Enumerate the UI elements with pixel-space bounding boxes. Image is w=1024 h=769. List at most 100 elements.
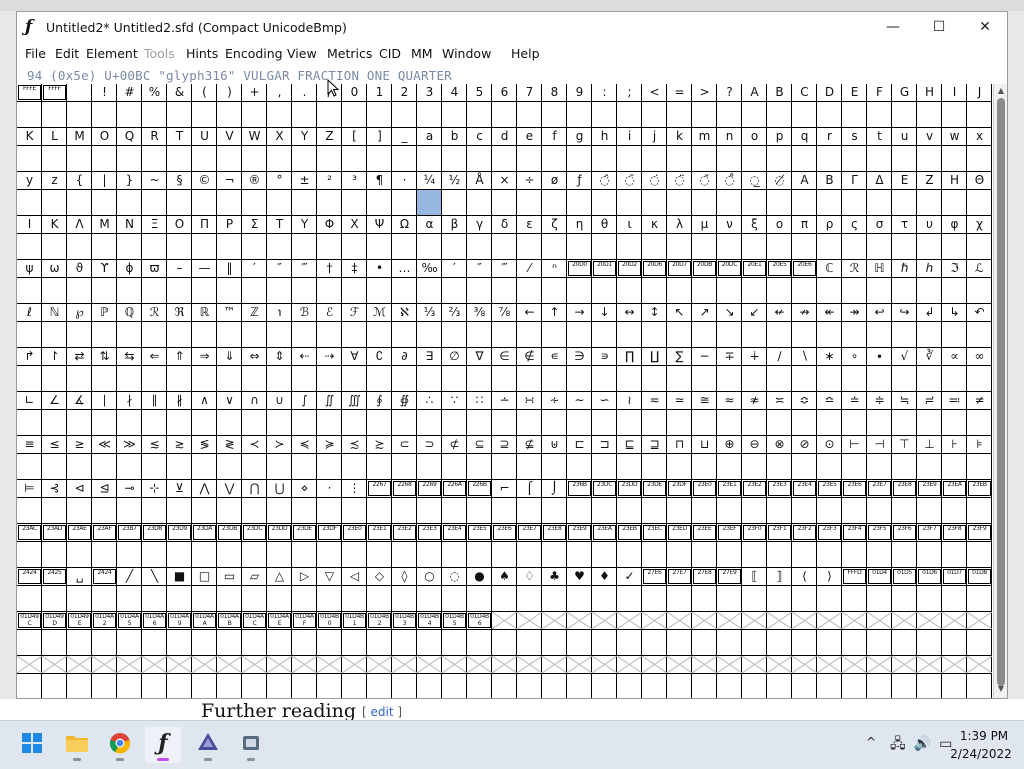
folder-icon xyxy=(59,727,95,759)
glyph-cell-divider xyxy=(942,365,967,366)
glyph-cell-divider xyxy=(767,189,792,190)
mouse-cursor-icon xyxy=(327,79,339,97)
glyph-label: 23DC xyxy=(593,481,616,496)
scroll-down-arrow-icon[interactable]: ▼ xyxy=(994,682,1007,696)
glyph-cell-divider xyxy=(392,321,417,322)
menu-cid[interactable]: CID xyxy=(379,46,401,61)
vertical-scrollbar[interactable]: ▲ ▼ xyxy=(993,84,1007,698)
glyph-cell-divider xyxy=(142,497,167,498)
glyph-cell-divider xyxy=(67,365,92,366)
edit-link[interactable]: edit xyxy=(371,705,394,719)
glyph-label: ) xyxy=(227,85,232,99)
glyph-cell-divider xyxy=(592,585,617,586)
minimize-button[interactable]: — xyxy=(870,12,916,43)
network-icon[interactable]: 🖧 xyxy=(890,736,914,752)
menu-help[interactable]: Help xyxy=(511,46,540,61)
glyph-cell-divider xyxy=(367,541,392,542)
start-button[interactable] xyxy=(14,727,50,763)
glyph-label: ↞ xyxy=(824,305,835,319)
menu-mm[interactable]: MM xyxy=(411,46,433,61)
glyph-cell-divider xyxy=(367,321,392,322)
menu-view[interactable]: View xyxy=(287,46,317,61)
maximize-button[interactable]: ☐ xyxy=(916,12,962,43)
glyph-cell-divider xyxy=(542,365,567,366)
glyph-cell-divider xyxy=(217,673,242,674)
glyph-cell-divider xyxy=(42,233,67,234)
close-button[interactable]: ✕ xyxy=(962,12,1007,43)
glyph-label: ℩ xyxy=(277,305,282,319)
glyph-cell-divider xyxy=(867,101,892,102)
glyph-cell-divider xyxy=(117,673,142,674)
glyph-label: ℵ xyxy=(400,305,409,319)
background-edit-link[interactable]: [ edit ] xyxy=(362,705,402,719)
clock-time[interactable]: 1:39 PM xyxy=(954,729,1014,743)
menu-element[interactable]: Element xyxy=(86,46,138,61)
glyph-label: O xyxy=(99,129,110,143)
clock-date[interactable]: 2/24/2022 xyxy=(946,747,1016,761)
speaker-icon[interactable]: 🔊 xyxy=(914,736,939,752)
glyph-label: ⊢ xyxy=(849,437,860,451)
glyph-label: ≷ xyxy=(224,437,235,451)
glyph-cell-divider xyxy=(417,321,442,322)
glyph-cell-divider xyxy=(842,365,867,366)
glyph-label: λ xyxy=(675,217,684,231)
glyph-label: # xyxy=(124,85,135,99)
glyph-cell-divider xyxy=(417,409,442,410)
glyph-label: ≠ xyxy=(974,393,985,407)
glyph-label: ‖ xyxy=(226,261,233,275)
glyph-cell-divider xyxy=(817,409,842,410)
glyph-label: 4 xyxy=(450,85,459,99)
glyph-label: ⊐ xyxy=(599,437,610,451)
scrollbar-thumb[interactable] xyxy=(997,98,1005,686)
taskbar-file-explorer[interactable] xyxy=(59,727,95,763)
glyph-label: χ xyxy=(976,217,983,231)
glyph-label: ψ xyxy=(25,261,34,275)
glyph-label: e xyxy=(525,129,534,143)
glyph-cell-divider xyxy=(767,673,792,674)
glyph-cell-divider xyxy=(542,233,567,234)
taskbar-app[interactable] xyxy=(233,727,269,763)
menu-window[interactable]: Window xyxy=(442,46,491,61)
scroll-up-arrow-icon[interactable]: ▲ xyxy=(994,84,1007,98)
title-bar[interactable]: ƒ Untitled2* Untitled2.sfd (Compact Unic… xyxy=(17,12,1007,43)
glyph-cell-divider xyxy=(792,233,817,234)
glyph-cell-divider xyxy=(667,629,692,630)
glyph-cell-divider xyxy=(267,145,292,146)
glyph-cell-divider xyxy=(767,145,792,146)
taskbar-fontforge[interactable]: ƒ xyxy=(145,727,181,763)
glyph-label: w xyxy=(949,129,960,143)
glyph-grid[interactable]: FFFEFFFF!#%&()+,./0123456789:;<=>?ABCDEF… xyxy=(17,84,993,698)
glyph-label: ⋂ xyxy=(249,481,260,495)
menu-hints[interactable]: Hints xyxy=(186,46,218,61)
empty-slot-cross-icon xyxy=(667,612,692,629)
glyph-cell-divider xyxy=(542,585,567,586)
glyph-label: ▽ xyxy=(324,569,335,583)
glyph-cell-divider xyxy=(192,321,217,322)
glyph-cell-divider xyxy=(942,101,967,102)
empty-slot-cross-icon xyxy=(467,656,492,673)
taskbar-chrome[interactable] xyxy=(102,727,138,763)
glyph-cell-divider xyxy=(817,585,842,586)
glyph-label: ◇ xyxy=(374,569,385,583)
glyph-cell-divider xyxy=(717,409,742,410)
glyph-label: κ xyxy=(650,217,659,231)
glyph-cell-divider xyxy=(717,277,742,278)
glyph-cell-divider xyxy=(17,233,42,234)
taskbar-inkscape[interactable] xyxy=(190,727,226,763)
selected-glyph-highlight[interactable] xyxy=(417,190,441,215)
tray-overflow-chevron-icon[interactable]: ^ xyxy=(866,735,876,749)
menu-metrics[interactable]: Metrics xyxy=(327,46,372,61)
glyph-cell-divider xyxy=(267,541,292,542)
glyph-label: ′ xyxy=(453,261,456,275)
menu-edit[interactable]: Edit xyxy=(55,46,79,61)
glyph-label: 20D7 xyxy=(668,261,691,276)
menu-encoding[interactable]: Encoding xyxy=(225,46,283,61)
glyph-cell-divider xyxy=(617,585,642,586)
glyph-cell-divider xyxy=(217,497,242,498)
running-indicator xyxy=(204,758,212,761)
glyph-cell-divider xyxy=(442,585,467,586)
glyph-cell-divider xyxy=(192,233,217,234)
glyph-cell-divider xyxy=(942,453,967,454)
glyph-cell-divider xyxy=(217,453,242,454)
menu-file[interactable]: File xyxy=(25,46,46,61)
